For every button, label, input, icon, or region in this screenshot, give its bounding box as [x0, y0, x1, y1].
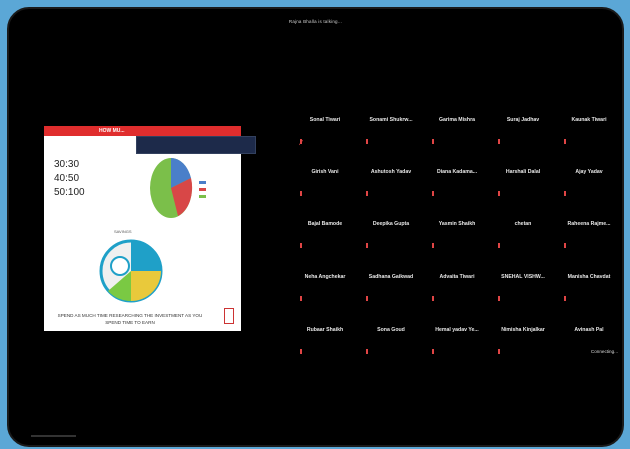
mic-muted-icon — [497, 296, 501, 302]
participant-tile[interactable]: Sadhana Gaikwad — [358, 274, 424, 324]
participant-name: Hemal yadav Ye... — [435, 327, 479, 333]
mic-muted-icon — [299, 191, 303, 197]
connecting-status: Connecting... — [590, 349, 618, 354]
participant-tile[interactable]: Raheena Rajme... — [556, 221, 622, 271]
mic-muted-icon — [365, 139, 369, 145]
participant-name: Raheena Rajme... — [567, 221, 611, 227]
participant-tile[interactable]: Neha Angchekar — [292, 274, 358, 324]
participant-name: Diana Kadama... — [436, 169, 478, 175]
participant-tile[interactable]: Rubaar Shaikh — [292, 327, 358, 377]
participant-tile[interactable]: Harshali Dalal — [490, 169, 556, 219]
participant-name: Nimisha Kinjalkar — [501, 327, 545, 333]
ratio-list: 30:30 40:50 50:100 — [54, 158, 85, 200]
participant-name: Yasmin Shaikh — [438, 221, 476, 227]
participant-name: Sonal Tiwari — [309, 117, 341, 123]
participant-tile[interactable]: Ashutosh Yadav — [358, 169, 424, 219]
participant-tile[interactable]: chetan — [490, 221, 556, 271]
slide-title: HOW MU... — [44, 126, 241, 136]
participant-name: Sadhana Gaikwad — [368, 274, 414, 280]
participant-name: Ajay Yadav — [575, 169, 603, 175]
participant-tile[interactable]: Garima Mishra — [424, 117, 490, 167]
mic-muted-icon — [563, 243, 567, 249]
mic-muted-icon — [299, 139, 303, 146]
participant-name: chetan — [514, 221, 532, 227]
participant-name: SNEHAL VISHW... — [501, 274, 545, 280]
participant-name: Harshali Dalal — [505, 169, 541, 175]
participant-name: Sona Goud — [377, 327, 405, 333]
participant-name: Avinash Pal — [574, 327, 604, 333]
participant-tile[interactable]: Kaunak Tiwari — [556, 117, 622, 167]
participant-name: Ashutosh Yadav — [370, 169, 412, 175]
mic-muted-icon — [431, 139, 435, 145]
participant-name: Kaunak Tiwari — [571, 117, 607, 123]
mic-muted-icon — [497, 191, 501, 197]
mic-muted-icon — [497, 243, 501, 249]
participant-name: Sonami Shukrw... — [369, 117, 413, 123]
participant-tile[interactable]: Suraj Jadhav — [490, 117, 556, 167]
participant-name: Advaita Tiwari — [439, 274, 475, 280]
legend-swatch-blue — [199, 181, 206, 184]
participant-tile[interactable]: Girish Vani — [292, 169, 358, 219]
participant-name: Manisha Chavdat — [567, 274, 611, 280]
bottom-divider — [31, 435, 76, 437]
participant-name: Garima Mishra — [438, 117, 476, 123]
pie-chart-lower — [99, 239, 163, 303]
participant-tile[interactable]: Avinash Pal Connecting... — [556, 327, 622, 377]
savings-label: SAVINGS — [114, 229, 132, 234]
participant-name: Suraj Jadhav — [506, 117, 540, 123]
ratio-item: 30:30 — [54, 159, 80, 170]
mic-muted-icon — [299, 296, 303, 302]
participant-tile[interactable]: Sonal Tiwari — [292, 117, 358, 167]
mic-muted-icon — [431, 349, 435, 355]
pie-legend — [199, 181, 206, 202]
legend-swatch-green — [199, 195, 206, 198]
mic-muted-icon — [299, 243, 303, 249]
pie-chart-upper — [150, 157, 193, 218]
mic-muted-icon — [365, 296, 369, 302]
participant-tile[interactable]: Manisha Chavdat — [556, 274, 622, 324]
meeting-window: Rajna Bhalla is talking... HOW MU... 30:… — [7, 7, 624, 447]
participant-tile[interactable]: Bajal Bamode — [292, 221, 358, 271]
participant-name: Girish Vani — [311, 169, 339, 175]
participant-tile[interactable]: Hemal yadav Ye... — [424, 327, 490, 377]
mic-muted-icon — [563, 296, 567, 302]
participant-name: Neha Angchekar — [304, 274, 346, 280]
participant-tile[interactable]: Sonami Shukrw... — [358, 117, 424, 167]
participant-tile[interactable]: Ajay Yadav — [556, 169, 622, 219]
participant-name: Rubaar Shaikh — [306, 327, 344, 333]
ratio-item: 50:100 — [54, 187, 85, 198]
participant-tile[interactable]: Advaita Tiwari — [424, 274, 490, 324]
mic-muted-icon — [497, 349, 501, 355]
participant-tile[interactable]: Diana Kadama... — [424, 169, 490, 219]
active-speaker-banner: Rajna Bhalla is talking... — [288, 19, 343, 24]
legend-swatch-red — [199, 188, 206, 191]
mic-muted-icon — [365, 191, 369, 197]
participant-tile[interactable]: Yasmin Shaikh — [424, 221, 490, 271]
mic-muted-icon — [299, 349, 303, 355]
slide-overlay-bar — [136, 136, 256, 154]
mic-muted-icon — [563, 191, 567, 197]
participant-name: Bajal Bamode — [307, 221, 343, 227]
logo-icon — [224, 308, 234, 324]
participant-tile[interactable]: Nimisha Kinjalkar — [490, 327, 556, 377]
mic-muted-icon — [431, 296, 435, 302]
mic-muted-icon — [365, 349, 369, 355]
mic-muted-icon — [431, 243, 435, 249]
mic-muted-icon — [365, 243, 369, 249]
participant-tile[interactable]: Sona Goud — [358, 327, 424, 377]
shared-slide: HOW MU... 30:30 40:50 50:100 SAVINGS SPE… — [44, 126, 256, 331]
participant-tile[interactable]: SNEHAL VISHW... — [490, 274, 556, 324]
participant-name: Deepika Gupta — [372, 221, 410, 227]
participant-tile[interactable]: Deepika Gupta — [358, 221, 424, 271]
ratio-item: 40:50 — [54, 173, 80, 184]
mic-muted-icon — [563, 139, 567, 145]
slide-quote: SPEND AS MUCH TIME RESEARCHING THE INVES… — [57, 313, 203, 325]
mic-muted-icon — [431, 191, 435, 197]
mic-muted-icon — [497, 139, 501, 145]
